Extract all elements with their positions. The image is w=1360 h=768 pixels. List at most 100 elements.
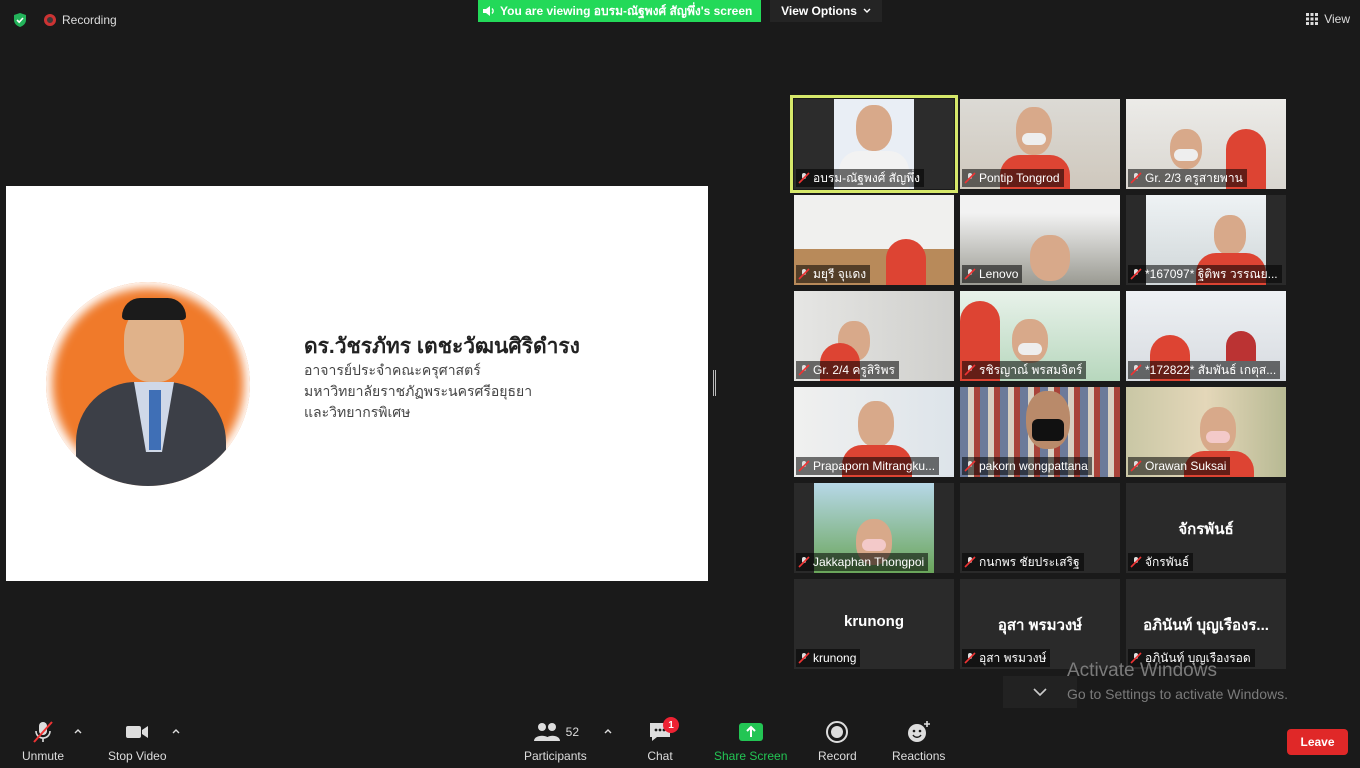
- meeting-toolbar: Unmute Stop Video 52 Participants Chat 1: [0, 712, 1360, 768]
- mic-muted-icon: [798, 652, 810, 664]
- participant-tile[interactable]: อุสา พรมวงษ์ อุสา พรมวงษ์: [960, 579, 1120, 669]
- share-screen-label: Share Screen: [714, 749, 788, 763]
- face-mask: [1018, 343, 1042, 355]
- participant-name: อุสา พรมวงษ์: [979, 650, 1047, 665]
- face-mask: [1206, 431, 1230, 443]
- participant-tile[interactable]: อภินันท์ บุญเรืองร... อภินันท์ บุญเรืองร…: [1126, 579, 1286, 669]
- view-label: View: [1324, 12, 1350, 26]
- grid-icon: [1306, 13, 1319, 25]
- speaker-photo-hair: [122, 298, 186, 320]
- mic-muted-icon: [964, 172, 976, 184]
- view-options-label: View Options: [781, 4, 857, 18]
- participant-face: [1200, 407, 1236, 453]
- mic-muted-icon: [1130, 364, 1142, 376]
- participant-name-bar: Pontip Tongrod: [962, 169, 1064, 187]
- view-button[interactable]: View: [1306, 8, 1350, 30]
- face-mask: [1022, 133, 1046, 145]
- participant-name-bar: Gr. 2/3 ครูสายพาน: [1128, 169, 1247, 187]
- record-label: Record: [818, 749, 857, 763]
- participant-tile[interactable]: จักรพันธ์ จักรพันธ์: [1126, 483, 1286, 573]
- view-options-button[interactable]: View Options: [770, 0, 882, 22]
- participant-name: Jakkaphan Thongpoi: [813, 555, 925, 569]
- chat-label: Chat: [647, 749, 673, 763]
- participant-name: Pontip Tongrod: [979, 171, 1060, 185]
- speaker-title-line-1: อาจารย์ประจำคณะครุศาสตร์: [304, 362, 481, 378]
- speaker-photo-tie: [149, 390, 161, 450]
- table-object: [1226, 331, 1256, 361]
- video-options-caret-icon[interactable]: [171, 726, 181, 736]
- mic-muted-icon: [964, 556, 976, 568]
- participant-tile[interactable]: Gr. 2/4 ครูสิริพร: [794, 291, 954, 381]
- participant-name-bar: รชิรญาณ์ พรสมจิตร์: [962, 361, 1087, 379]
- participant-face: [858, 401, 894, 447]
- record-button[interactable]: Record: [818, 720, 857, 763]
- participant-name-bar: อบรม-ณัฐพงศ์ สัญพึ่ง: [796, 169, 924, 187]
- mic-muted-icon: [798, 268, 810, 280]
- leave-button[interactable]: Leave: [1287, 729, 1348, 755]
- video-camera-icon: [126, 726, 149, 738]
- participant-tile[interactable]: กนกพร ชัยประเสริฐ: [960, 483, 1120, 573]
- face-mask: [1032, 419, 1064, 441]
- participant-tile[interactable]: krunong krunong: [794, 579, 954, 669]
- viewing-banner: You are viewing อบรม-ณัฐพงศ์ สัญพึ่ง's s…: [478, 0, 761, 22]
- mic-muted-icon: [798, 172, 810, 184]
- participant-name-bar: *167097* ฐิติพร วรรณย...: [1128, 265, 1282, 283]
- speaker-title-line-3: และวิทยากรพิเศษ: [304, 404, 411, 420]
- participant-tile[interactable]: Jakkaphan Thongpoi: [794, 483, 954, 573]
- participant-name: อบรม-ณัฐพงศ์ สัญพึ่ง: [813, 170, 920, 185]
- participant-name-bar: krunong: [796, 649, 861, 667]
- participant-tile[interactable]: มยุรี จุแดง: [794, 195, 954, 285]
- share-screen-icon: [738, 723, 763, 741]
- recording-dot-icon: [44, 14, 56, 26]
- participant-shirt: [886, 239, 926, 285]
- participant-name: Gr. 2/4 ครูสิริพร: [813, 362, 895, 377]
- face-mask: [862, 539, 886, 551]
- reactions-label: Reactions: [892, 749, 946, 763]
- participant-name: Lenovo: [979, 267, 1019, 281]
- participants-label: Participants: [524, 749, 587, 763]
- participant-tile[interactable]: อบรม-ณัฐพงศ์ สัญพึ่ง: [790, 95, 958, 193]
- mic-muted-icon: [1130, 460, 1142, 472]
- participant-name: มยุรี จุแดง: [813, 266, 867, 281]
- gallery-collapse-button[interactable]: [1003, 676, 1077, 708]
- split-resize-handle[interactable]: [713, 370, 716, 396]
- participant-name: pakorn wongpattana: [979, 459, 1088, 473]
- speaker-name: ดร.วัชรภัทร เตชะวัฒนศิริดำรง: [304, 335, 580, 358]
- participant-tile[interactable]: รชิรญาณ์ พรสมจิตร์: [960, 291, 1120, 381]
- top-bar: Recording You are viewing อบรม-ณัฐพงศ์ ส…: [0, 0, 1360, 40]
- participant-tile[interactable]: Prapaporn Mitrangku...: [794, 387, 954, 477]
- share-screen-button[interactable]: Share Screen: [714, 720, 787, 763]
- mic-muted-icon: [964, 652, 976, 664]
- mic-muted-icon: [1130, 268, 1142, 280]
- unmute-button[interactable]: Unmute: [22, 720, 64, 763]
- participant-tile[interactable]: *167097* ฐิติพร วรรณย...: [1126, 195, 1286, 285]
- security-shield-icon[interactable]: [12, 12, 28, 28]
- participant-name: รชิรญาณ์ พรสมจิตร์: [979, 362, 1083, 377]
- recording-indicator[interactable]: Recording: [44, 10, 117, 30]
- participants-options-caret-icon[interactable]: [603, 726, 613, 736]
- unmute-label: Unmute: [22, 749, 65, 763]
- mic-muted-icon: [1130, 172, 1142, 184]
- participant-name: *172822* สัมพันธ์ เกตุส...: [1145, 362, 1277, 377]
- participant-tile[interactable]: Lenovo: [960, 195, 1120, 285]
- audio-options-caret-icon[interactable]: [73, 726, 83, 736]
- participant-name-bar: Jakkaphan Thongpoi: [796, 553, 929, 571]
- mic-muted-icon: [1130, 556, 1142, 568]
- participant-name-bar: กนกพร ชัยประเสริฐ: [962, 553, 1084, 571]
- participants-button[interactable]: 52 Participants: [524, 720, 587, 763]
- activation-watermark-title: Activate Windows: [1067, 660, 1217, 681]
- stop-video-button[interactable]: Stop Video: [108, 720, 167, 763]
- participant-tile[interactable]: pakorn wongpattana: [960, 387, 1120, 477]
- participant-tile[interactable]: Gr. 2/3 ครูสายพาน: [1126, 99, 1286, 189]
- participant-name-bar: pakorn wongpattana: [962, 457, 1092, 475]
- participant-tile[interactable]: *172822* สัมพันธ์ เกตุส...: [1126, 291, 1286, 381]
- participant-name-bar: มยุรี จุแดง: [796, 265, 871, 283]
- chat-unread-badge: 1: [663, 717, 679, 733]
- mic-muted-icon: [798, 556, 810, 568]
- participant-tile[interactable]: Pontip Tongrod: [960, 99, 1120, 189]
- reactions-button[interactable]: Reactions: [892, 720, 945, 763]
- participant-display-name: อุสา พรมวงษ์: [997, 617, 1083, 634]
- speaker-title-line-2: มหาวิทยาลัยราชภัฏพระนครศรีอยุธยา: [304, 383, 533, 399]
- mic-muted-icon: [33, 721, 53, 743]
- participant-tile[interactable]: Orawan Suksai: [1126, 387, 1286, 477]
